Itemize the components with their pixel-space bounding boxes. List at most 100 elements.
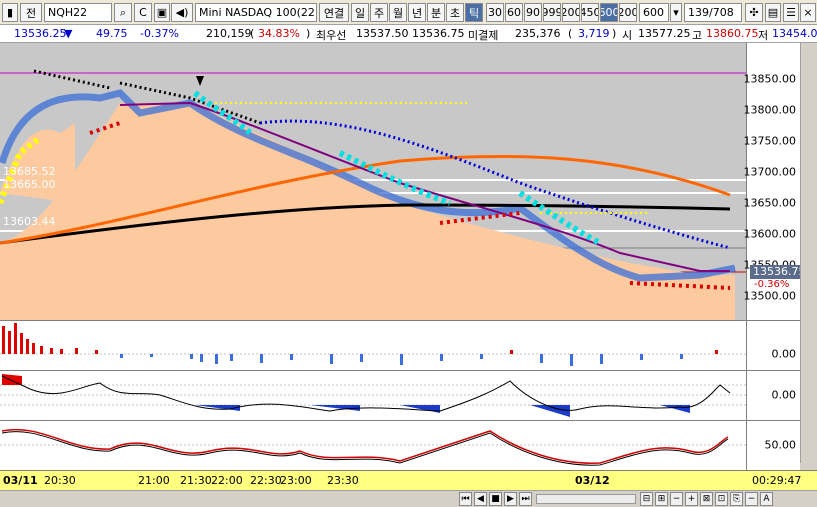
first-page-icon[interactable]: ⏮ bbox=[459, 492, 472, 506]
scroll-track[interactable] bbox=[536, 494, 636, 504]
high-label: 고 bbox=[692, 29, 703, 42]
close-icon[interactable]: × bbox=[800, 3, 816, 22]
volume-histogram-svg bbox=[0, 323, 746, 366]
decrease-icon[interactable]: − bbox=[745, 492, 758, 506]
y-label: 13600.00 bbox=[743, 227, 797, 241]
level-label-3: 13603.44 bbox=[3, 215, 56, 228]
x-label: 21:30 bbox=[180, 474, 212, 487]
price-change-pct: -0.37% bbox=[140, 27, 179, 40]
down-arrow-icon: ▼ bbox=[64, 27, 73, 40]
oi-close-paren: ) bbox=[612, 27, 617, 40]
y-label: 13850.00 bbox=[743, 72, 797, 86]
last-page-icon[interactable]: ⏭ bbox=[519, 492, 532, 506]
panel-toggle-icon[interactable]: ▮ bbox=[2, 3, 18, 22]
open-price: 13577.25 bbox=[638, 27, 691, 40]
current-price: 13536.25 bbox=[14, 27, 67, 40]
y-label: 0.00 bbox=[771, 347, 797, 361]
chart-name-field[interactable]: Mini NASDAQ 100(22.0 bbox=[195, 3, 317, 22]
vol-ratio: 34.83% bbox=[258, 27, 300, 40]
period-week[interactable]: 주 bbox=[370, 3, 388, 22]
x-label: 21:00 bbox=[138, 474, 170, 487]
indicator2-y-axis: 0.00 × bbox=[746, 370, 810, 420]
period-tick[interactable]: 틱 bbox=[465, 3, 483, 22]
low-label: 저 bbox=[758, 29, 769, 42]
period-second[interactable]: 초 bbox=[446, 3, 464, 22]
oscillator-svg bbox=[0, 374, 746, 417]
count-input[interactable]: 600 bbox=[639, 3, 669, 22]
black-dots-1 bbox=[33, 69, 111, 90]
copy-icon[interactable]: ⎘ bbox=[730, 492, 743, 506]
next-icon[interactable]: ▶ bbox=[504, 492, 517, 506]
current-price-tag: 13536.75 bbox=[750, 265, 806, 279]
chart-navigation-bar: ⏮ ◀ ■ ▶ ⏭ ⊟ ⊞ − + ⊠ ⊡ ⎘ − A bbox=[0, 490, 817, 507]
sound-icon[interactable]: ◀) bbox=[171, 3, 193, 22]
tab-label[interactable]: 전 bbox=[20, 3, 42, 22]
volume-indicator-pane[interactable] bbox=[0, 320, 746, 370]
symbol-input[interactable]: NQH22 bbox=[44, 3, 112, 22]
tick-600[interactable]: 600 bbox=[600, 3, 618, 22]
period-link[interactable]: 연결 bbox=[319, 3, 349, 22]
best-ask: 13537.50 bbox=[356, 27, 409, 40]
menu-icon[interactable]: ☰ bbox=[783, 3, 799, 22]
y-label: 13700.00 bbox=[743, 165, 797, 179]
oi-open-paren: ( bbox=[568, 27, 573, 40]
y-label: 50.00 bbox=[764, 438, 797, 452]
period-month[interactable]: 월 bbox=[389, 3, 407, 22]
prev-icon[interactable]: ◀ bbox=[474, 492, 487, 506]
level-label-2: 13665.00 bbox=[3, 178, 56, 191]
layout-icon[interactable]: ⊡ bbox=[715, 492, 728, 506]
tick-450[interactable]: 450 bbox=[581, 3, 599, 22]
period-minute[interactable]: 분 bbox=[427, 3, 445, 22]
clear-icon[interactable]: C bbox=[134, 3, 152, 22]
x-label: 23:00 bbox=[280, 474, 312, 487]
font-size-icon[interactable]: A bbox=[760, 492, 773, 506]
period-year[interactable]: 년 bbox=[408, 3, 426, 22]
stochastic-pane[interactable] bbox=[0, 420, 746, 470]
grid-icon[interactable]: ⊞ bbox=[655, 492, 668, 506]
best-bid: 13536.75 bbox=[412, 27, 465, 40]
level-label-1: 13685.52 bbox=[3, 165, 56, 178]
settings-icon[interactable]: ▤ bbox=[765, 3, 781, 22]
tick-200b[interactable]: 200 bbox=[619, 3, 637, 22]
vertical-scrollbar[interactable] bbox=[800, 43, 817, 463]
price-area-fill bbox=[0, 103, 735, 320]
oscillator-pane[interactable] bbox=[0, 370, 746, 420]
x-label: 23:30 bbox=[327, 474, 359, 487]
change-pct-tag: -0.36% bbox=[754, 279, 790, 290]
stop-icon[interactable]: ■ bbox=[489, 492, 502, 506]
quote-bar: 13536.25 ▼ 49.75 -0.37% 210,159 ( 34.83%… bbox=[0, 25, 817, 43]
x-label: 20:30 bbox=[44, 474, 76, 487]
tick-30[interactable]: 30 bbox=[486, 3, 504, 22]
price-change: 49.75 bbox=[96, 27, 128, 40]
unfilled-label: 미결제 bbox=[468, 29, 499, 42]
zoom-in-icon[interactable]: + bbox=[685, 492, 698, 506]
tick-200[interactable]: 200 bbox=[562, 3, 580, 22]
price-chart-pane[interactable]: 13685.52 13665.00 13603.44 bbox=[0, 43, 746, 320]
x-label: 22:30 bbox=[250, 474, 282, 487]
y-label: 13500.00 bbox=[743, 289, 797, 303]
indicator1-y-axis: 0.00 × bbox=[746, 320, 810, 370]
count-dropdown-icon[interactable]: ▾ bbox=[670, 3, 682, 22]
x-label: 22:00 bbox=[211, 474, 243, 487]
fit-icon[interactable]: ⊠ bbox=[700, 492, 713, 506]
crosshair-icon[interactable]: ✣ bbox=[745, 3, 763, 22]
period-day[interactable]: 일 bbox=[351, 3, 369, 22]
tick-999[interactable]: 999 bbox=[543, 3, 561, 22]
y-label: 13800.00 bbox=[743, 103, 797, 117]
lock-icon[interactable]: ▣ bbox=[154, 3, 170, 22]
zoom-out-icon[interactable]: − bbox=[670, 492, 683, 506]
x-label: 03/11 bbox=[3, 474, 38, 487]
open-interest: 235,376 bbox=[515, 27, 561, 40]
down-arrow-marker bbox=[196, 76, 204, 86]
tick-60[interactable]: 60 bbox=[505, 3, 523, 22]
vol-ratio-close-paren: ) bbox=[306, 27, 311, 40]
search-icon[interactable]: ⌕ bbox=[114, 3, 132, 22]
tick-90[interactable]: 90 bbox=[524, 3, 542, 22]
high-price: 13860.75 bbox=[706, 27, 759, 40]
y-label: 13750.00 bbox=[743, 134, 797, 148]
time-display: 00:29:47 bbox=[746, 470, 817, 490]
stochastic-svg bbox=[0, 428, 746, 466]
zoom-fit-icon[interactable]: ⊟ bbox=[640, 492, 653, 506]
low-price: 13454.0 bbox=[772, 27, 817, 40]
volume: 210,159 bbox=[206, 27, 252, 40]
